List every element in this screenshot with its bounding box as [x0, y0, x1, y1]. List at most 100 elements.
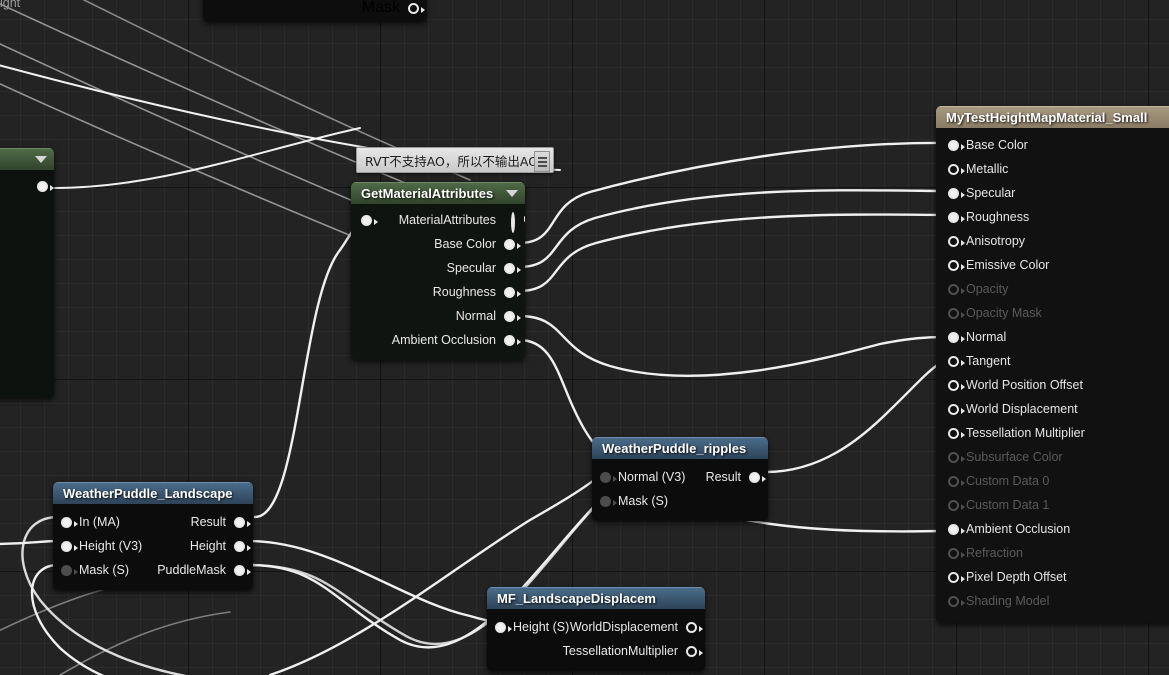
- material-input-pin[interactable]: [948, 571, 965, 583]
- input-pin-normal-v3[interactable]: [600, 471, 617, 483]
- material-input-pin[interactable]: [948, 427, 965, 439]
- output-pin-mask[interactable]: [408, 2, 425, 14]
- material-input-row[interactable]: Metallic: [936, 157, 1169, 181]
- node-material-output[interactable]: MyTestHeightMapMaterial_Small Base Color…: [936, 106, 1169, 623]
- output-pin-specular[interactable]: [504, 262, 521, 274]
- comment-tooltip[interactable]: RVT不支持AO，所以不输出AO: [356, 147, 554, 173]
- material-input-pin[interactable]: [948, 331, 965, 343]
- chevron-down-icon[interactable]: [35, 156, 47, 163]
- material-input-pin[interactable]: [948, 235, 965, 247]
- node-row-base-color[interactable]: Base Color: [351, 232, 525, 256]
- input-group[interactable]: Mask (S): [61, 558, 129, 582]
- material-input-pin[interactable]: [948, 259, 965, 271]
- node-row[interactable]: now: [0, 294, 54, 318]
- node-row-ambient-occlusion[interactable]: Ambient Occlusion: [351, 328, 525, 352]
- material-input-pin[interactable]: [948, 379, 965, 391]
- node-weatherpuddle-ripples[interactable]: WeatherPuddle_ripples Normal (V3) Result…: [592, 437, 768, 521]
- output-group[interactable]: Height: [190, 534, 251, 558]
- material-graph-canvas[interactable]: ight Mask nd uto at lat: [0, 0, 1169, 675]
- node-row[interactable]: lat: [0, 222, 54, 246]
- node-row-roughness[interactable]: Roughness: [351, 280, 525, 304]
- material-input-row[interactable]: Roughness: [936, 205, 1169, 229]
- input-pin-height-s[interactable]: [495, 621, 512, 633]
- output-pin-result[interactable]: [234, 516, 251, 528]
- material-input-row[interactable]: Pixel Depth Offset: [936, 565, 1169, 589]
- output-group[interactable]: PuddleMask: [157, 558, 251, 582]
- material-input-pin[interactable]: [948, 211, 965, 223]
- node-row[interactable]: ope: [0, 246, 54, 270]
- output-pin-normal[interactable]: [504, 310, 521, 322]
- output-pin-puddlemask[interactable]: [234, 564, 251, 576]
- material-input-row[interactable]: Tangent: [936, 349, 1169, 373]
- node-get-material-attributes[interactable]: GetMaterialAttributes MaterialAttributes…: [351, 182, 525, 360]
- input-pin-mask-s[interactable]: [600, 495, 617, 507]
- material-input-pin[interactable]: [948, 403, 965, 415]
- node-row[interactable]: Mask (S): [592, 489, 768, 513]
- node-mask-output-partial[interactable]: Mask: [203, 0, 427, 22]
- output-pin-group[interactable]: [37, 174, 54, 198]
- output-pin[interactable]: [37, 180, 54, 192]
- node-row[interactable]: Height (S) WorldDisplacement: [487, 615, 705, 639]
- input-group[interactable]: Mask (S): [600, 489, 668, 513]
- output-pin-ambient-occlusion[interactable]: [504, 334, 521, 346]
- material-input-row[interactable]: World Displacement: [936, 397, 1169, 421]
- input-group[interactable]: In (MA): [61, 510, 120, 534]
- output-group[interactable]: Result: [191, 510, 251, 534]
- output-pin-base-color[interactable]: [504, 238, 521, 250]
- node-row[interactable]: ver: [0, 342, 54, 366]
- node-row-specular[interactable]: Specular: [351, 256, 525, 280]
- material-input-pin[interactable]: [948, 139, 965, 151]
- node-header[interactable]: MyTestHeightMapMaterial_Small: [936, 106, 1169, 128]
- node-row[interactable]: Slope: [0, 270, 54, 294]
- output-pin-materialattributes[interactable]: [511, 212, 515, 233]
- node-row[interactable]: Normal (V3) Result: [592, 465, 768, 489]
- material-input-pin[interactable]: [948, 163, 965, 175]
- node-header[interactable]: GetMaterialAttributes: [351, 182, 525, 204]
- material-input-pin[interactable]: [948, 523, 965, 535]
- output-group[interactable]: Result: [706, 465, 766, 489]
- material-input-row[interactable]: Base Color: [936, 133, 1169, 157]
- node-row[interactable]: Snow: [0, 318, 54, 342]
- node-row[interactable]: TessellationMultiplier: [487, 639, 705, 663]
- material-input-pin[interactable]: [948, 187, 965, 199]
- chevron-down-icon[interactable]: [506, 190, 518, 197]
- material-input-row[interactable]: Anisotropy: [936, 229, 1169, 253]
- node-row-normal[interactable]: Normal: [351, 304, 525, 328]
- node-mf-landscape-displacement[interactable]: MF_LandscapeDisplacem Height (S) WorldDi…: [487, 587, 705, 671]
- output-pin-roughness[interactable]: [504, 286, 521, 298]
- material-input-row[interactable]: Emissive Color: [936, 253, 1169, 277]
- output-pin-tessellationmultiplier[interactable]: [686, 645, 703, 657]
- output-pin-height[interactable]: [234, 540, 251, 552]
- output-pin-result[interactable]: [749, 471, 766, 483]
- node-landscape-layer-blend-partial[interactable]: nd uto at lat ope Slope now: [0, 148, 54, 398]
- node-header[interactable]: WeatherPuddle_ripples: [592, 437, 768, 459]
- material-input-row[interactable]: World Position Offset: [936, 373, 1169, 397]
- input-group[interactable]: Normal (V3): [600, 465, 685, 489]
- output-group[interactable]: WorldDisplacement: [570, 615, 703, 639]
- material-input-pin[interactable]: [948, 355, 965, 367]
- node-row[interactable]: at: [0, 198, 54, 222]
- node-row[interactable]: liver: [0, 366, 54, 390]
- node-row-material-attributes[interactable]: MaterialAttributes: [351, 208, 525, 233]
- input-pin-in-ma[interactable]: [61, 516, 78, 528]
- node-row[interactable]: Mask (S) PuddleMask: [53, 558, 253, 582]
- node-header[interactable]: nd: [0, 148, 54, 170]
- input-pin-materialattributes[interactable]: [361, 214, 378, 226]
- output-pin-worlddisplacement[interactable]: [686, 621, 703, 633]
- input-group[interactable]: Height (S): [495, 615, 569, 639]
- node-weatherpuddle-landscape[interactable]: WeatherPuddle_Landscape In (MA) Result H…: [53, 482, 253, 590]
- output-group[interactable]: TessellationMultiplier: [563, 639, 703, 663]
- comment-bubble-icon[interactable]: [534, 151, 550, 172]
- node-row[interactable]: In (MA) Result: [53, 510, 253, 534]
- material-input-row[interactable]: Normal: [936, 325, 1169, 349]
- node-header[interactable]: WeatherPuddle_Landscape: [53, 482, 253, 504]
- material-input-row[interactable]: Specular: [936, 181, 1169, 205]
- node-output-mask[interactable]: Mask: [362, 0, 425, 20]
- node-row[interactable]: Height (V3) Height: [53, 534, 253, 558]
- node-header[interactable]: MF_LandscapeDisplacem: [487, 587, 705, 609]
- input-pin-mask-s[interactable]: [61, 564, 78, 576]
- input-pin-height-v3[interactable]: [61, 540, 78, 552]
- material-input-row[interactable]: Tessellation Multiplier: [936, 421, 1169, 445]
- node-row[interactable]: uto: [0, 174, 54, 198]
- material-input-row[interactable]: Ambient Occlusion: [936, 517, 1169, 541]
